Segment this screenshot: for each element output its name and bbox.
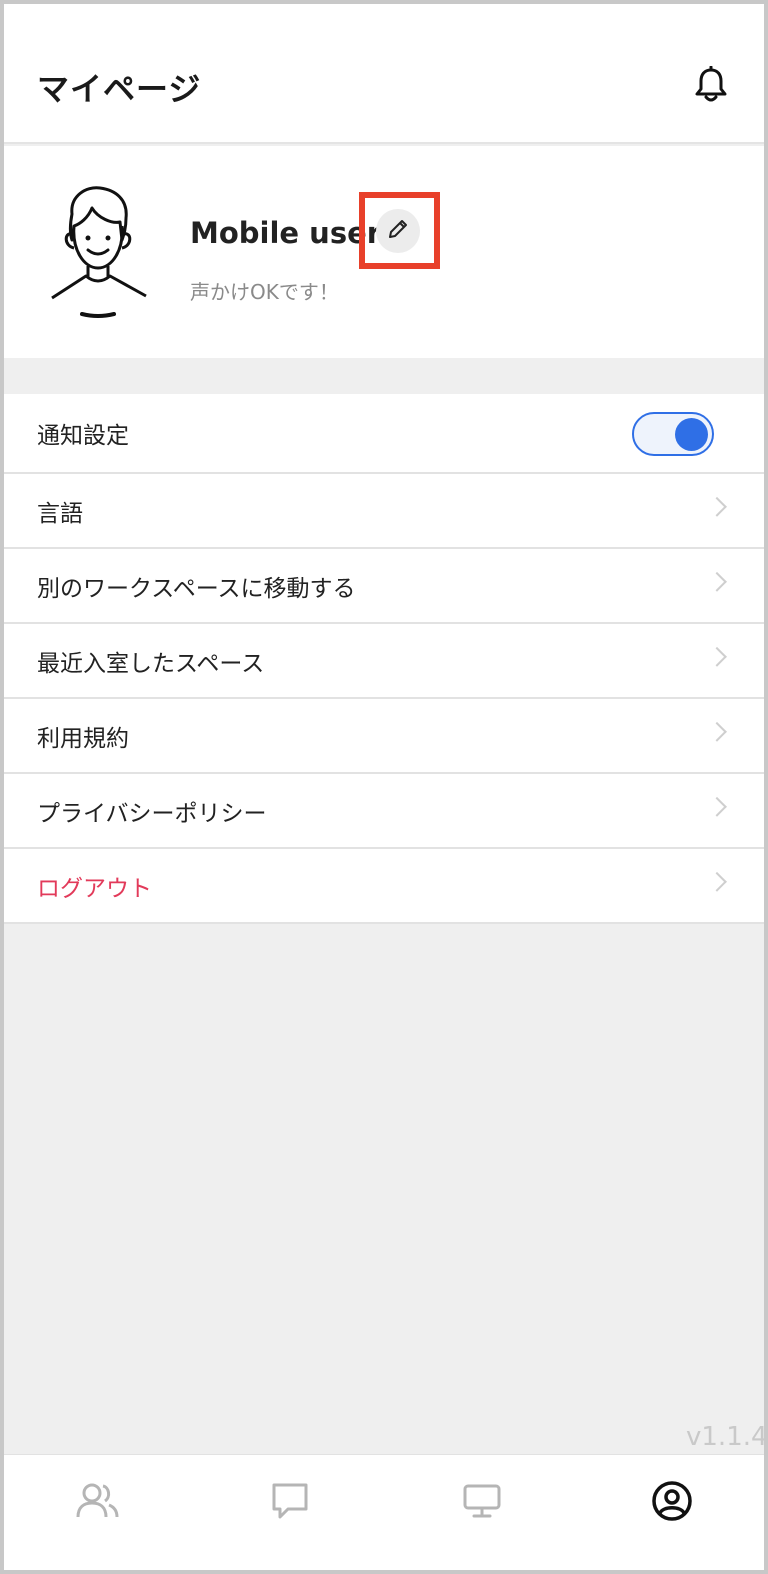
chevron-right-icon <box>707 646 727 667</box>
app-frame: マイページ Mobile user 声かけOKです！ 通知設定 言語 別のワーク… <box>0 0 768 1574</box>
menu-item-label: 利用規約 <box>37 725 129 752</box>
menu-item-label: プライバシーポリシー <box>37 800 267 827</box>
menu-item-terms[interactable]: 利用規約 <box>4 699 764 774</box>
tab-account[interactable] <box>648 1479 696 1527</box>
edit-profile-button[interactable] <box>376 209 420 253</box>
chevron-right-icon <box>707 796 727 817</box>
menu-item-logout[interactable]: ログアウト <box>4 849 764 924</box>
toggle-knob <box>675 418 708 451</box>
menu-item-switch-workspace[interactable]: 別のワークスペースに移動する <box>4 549 764 624</box>
pencil-icon <box>386 217 410 245</box>
menu-item-label: 通知設定 <box>37 423 129 449</box>
profile-section: Mobile user 声かけOKです！ <box>4 146 764 358</box>
menu-item-label: 言語 <box>37 500 83 527</box>
chevron-right-icon <box>707 496 727 517</box>
menu-item-label: 最近入室したスペース <box>37 650 265 677</box>
notification-toggle[interactable] <box>632 412 714 456</box>
menu-item-recent-spaces[interactable]: 最近入室したスペース <box>4 624 764 699</box>
menu-item-notification: 通知設定 <box>4 394 764 474</box>
section-divider <box>4 358 764 394</box>
chat-icon <box>270 1481 310 1525</box>
header: マイページ <box>4 4 764 144</box>
chevron-right-icon <box>707 871 727 892</box>
edit-highlight <box>359 192 440 269</box>
tab-chat[interactable] <box>266 1479 314 1527</box>
avatar <box>42 184 154 318</box>
monitor-icon <box>462 1481 502 1525</box>
menu-item-privacy[interactable]: プライバシーポリシー <box>4 774 764 849</box>
settings-menu: 通知設定 言語 別のワークスペースに移動する 最近入室したスペース 利用規約 プ… <box>4 394 764 924</box>
version-label: v1.1.4 <box>686 1422 768 1452</box>
tab-users[interactable] <box>74 1479 122 1527</box>
users-icon <box>76 1481 120 1525</box>
tab-bar <box>4 1454 764 1570</box>
menu-item-label: 別のワークスペースに移動する <box>37 575 356 602</box>
menu-item-label: ログアウト <box>37 875 152 902</box>
chevron-right-icon <box>707 571 727 592</box>
page-title: マイページ <box>37 70 202 108</box>
menu-item-language[interactable]: 言語 <box>4 474 764 549</box>
chevron-right-icon <box>707 721 727 742</box>
profile-status: 声かけOKです！ <box>190 280 339 304</box>
profile-name: Mobile user <box>190 216 382 250</box>
bell-icon[interactable] <box>694 65 728 104</box>
tab-monitor[interactable] <box>458 1479 506 1527</box>
account-icon <box>651 1480 693 1526</box>
